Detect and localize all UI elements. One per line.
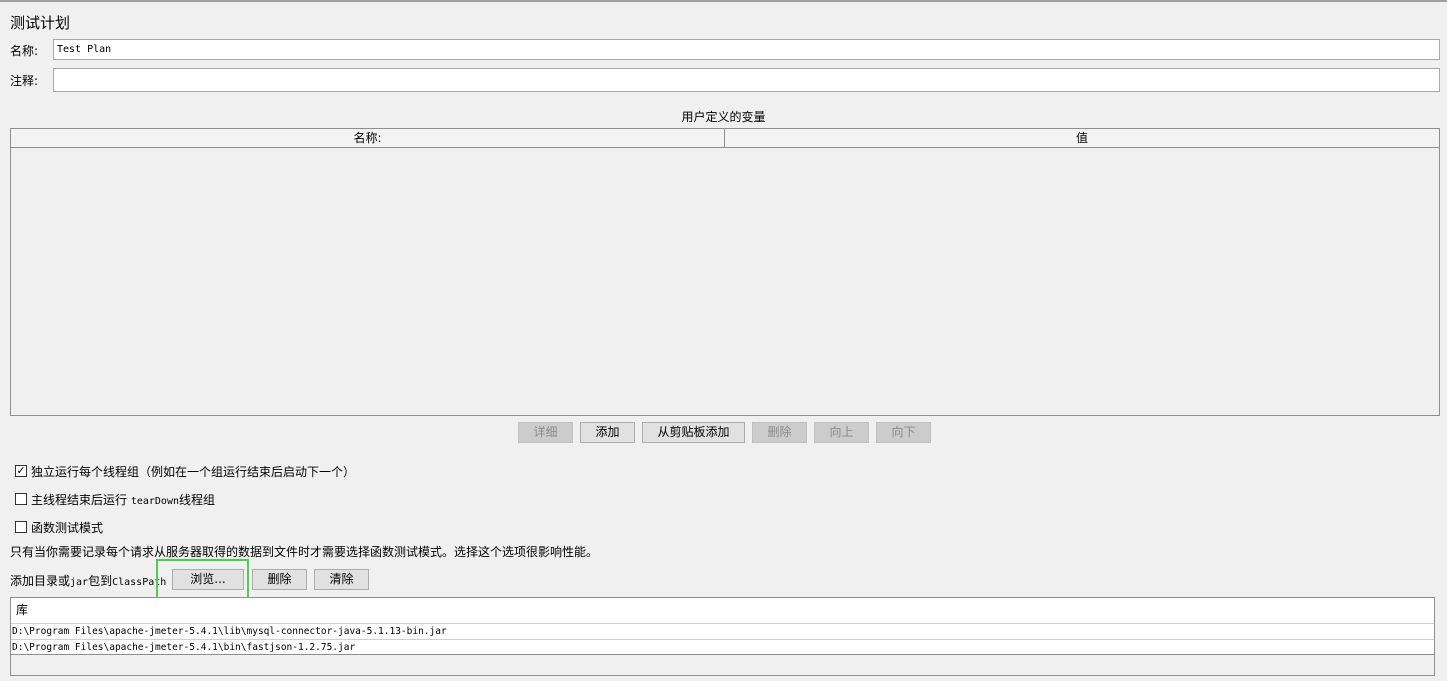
clear-classpath-button[interactable]: 清除 [314, 569, 369, 590]
column-value-header[interactable]: 值 [725, 129, 1439, 148]
name-field[interactable]: Test Plan [53, 39, 1440, 60]
classpath-label: 添加目录或jar包到ClassPath [10, 572, 166, 589]
run-independently-checkbox[interactable]: ✓ [15, 465, 27, 477]
functional-mode-label: 函数测试模式 [31, 521, 104, 535]
delete-variable-button[interactable]: 删除 [752, 422, 807, 443]
comment-label: 注释: [10, 74, 39, 88]
classpath-label-mid: 包到 [88, 574, 113, 588]
teardown-label-mono: tearDown [130, 496, 179, 507]
name-label: 名称: [10, 44, 39, 58]
classpath-label-prefix: 添加目录或 [10, 574, 71, 588]
add-from-clipboard-button[interactable]: 从剪贴板添加 [642, 422, 745, 443]
library-row[interactable]: D:\Program Files\apache-jmeter-5.4.1\bin… [11, 639, 1434, 655]
delete-classpath-button[interactable]: 删除 [252, 569, 307, 590]
functional-mode-note: 只有当你需要记录每个请求从服务器取得的数据到文件时才需要选择函数测试模式。选择这… [10, 545, 599, 559]
library-row[interactable]: D:\Program Files\apache-jmeter-5.4.1\lib… [11, 623, 1434, 639]
run-independently-label: 独立运行每个线程组（例如在一个组运行结束后启动下一个） [31, 465, 356, 479]
functional-mode-checkbox[interactable] [15, 521, 27, 533]
classpath-label-jar: jar [70, 577, 89, 588]
teardown-label-suffix: 线程组 [179, 493, 216, 507]
teardown-label: 主线程结束后运行 tearDown线程组 [31, 491, 215, 508]
panel-title: 测试计划 [10, 14, 71, 32]
library-header: 库 [11, 598, 1434, 623]
library-table[interactable]: 库 D:\Program Files\apache-jmeter-5.4.1\l… [10, 597, 1435, 676]
browse-button[interactable]: 浏览... [172, 569, 244, 590]
teardown-checkbox[interactable] [15, 493, 27, 505]
teardown-label-prefix: 主线程结束后运行 [31, 493, 131, 507]
variables-caption: 用户定义的变量 [681, 110, 766, 124]
comment-field[interactable] [53, 68, 1440, 92]
variables-header-row: 名称: 值 [11, 129, 1439, 148]
move-up-button[interactable]: 向上 [814, 422, 869, 443]
move-down-button[interactable]: 向下 [876, 422, 931, 443]
variables-table[interactable]: 名称: 值 [10, 128, 1440, 416]
top-border [0, 0, 1447, 2]
add-button[interactable]: 添加 [580, 422, 635, 443]
detail-button[interactable]: 详细 [518, 422, 573, 443]
column-name-header[interactable]: 名称: [11, 129, 725, 148]
